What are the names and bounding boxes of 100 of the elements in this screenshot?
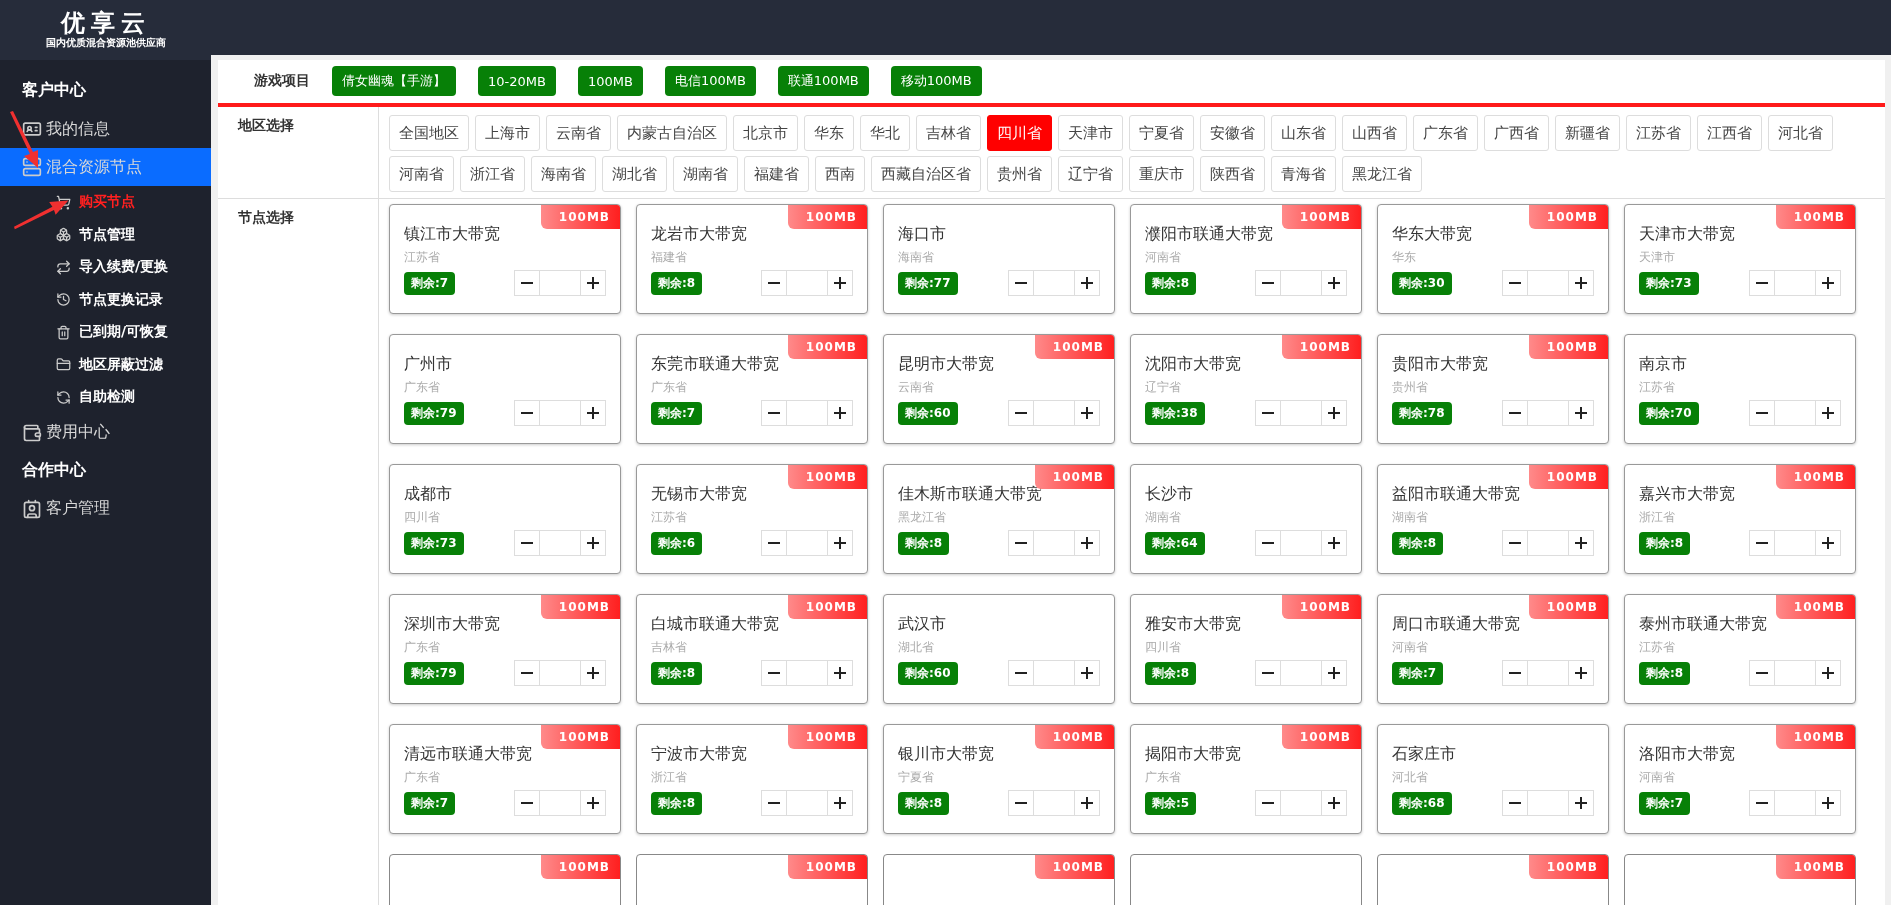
game-tag[interactable]: 倩女幽魂【手游】 bbox=[332, 66, 456, 96]
decrement-button[interactable] bbox=[1255, 790, 1281, 816]
decrement-button[interactable] bbox=[1749, 530, 1775, 556]
increment-button[interactable] bbox=[580, 660, 606, 686]
quantity-input[interactable] bbox=[1281, 400, 1321, 426]
quantity-input[interactable] bbox=[1281, 790, 1321, 816]
game-tag[interactable]: 联通100MB bbox=[777, 66, 869, 96]
region-button[interactable]: 河北省 bbox=[1768, 115, 1833, 151]
quantity-input[interactable] bbox=[540, 270, 580, 296]
quantity-input[interactable] bbox=[1034, 790, 1074, 816]
decrement-button[interactable] bbox=[514, 660, 540, 686]
region-button[interactable]: 广东省 bbox=[1413, 115, 1478, 151]
sidebar-subitem[interactable]: 已到期/可恢复 bbox=[0, 316, 211, 349]
decrement-button[interactable] bbox=[1255, 400, 1281, 426]
region-button[interactable]: 青海省 bbox=[1271, 156, 1336, 192]
decrement-button[interactable] bbox=[1749, 660, 1775, 686]
sidebar-subitem[interactable]: 自助检测 bbox=[0, 381, 211, 414]
increment-button[interactable] bbox=[1568, 400, 1594, 426]
decrement-button[interactable] bbox=[1502, 530, 1528, 556]
increment-button[interactable] bbox=[1321, 530, 1347, 556]
decrement-button[interactable] bbox=[1502, 790, 1528, 816]
quantity-input[interactable] bbox=[1775, 270, 1815, 296]
quantity-input[interactable] bbox=[787, 790, 827, 816]
quantity-input[interactable] bbox=[1528, 400, 1568, 426]
decrement-button[interactable] bbox=[1749, 400, 1775, 426]
quantity-input[interactable] bbox=[1034, 270, 1074, 296]
game-tag[interactable]: 电信100MB bbox=[664, 66, 756, 96]
region-button[interactable]: 湖南省 bbox=[673, 156, 738, 192]
region-button[interactable]: 湖北省 bbox=[602, 156, 667, 192]
region-button[interactable]: 上海市 bbox=[475, 115, 540, 151]
quantity-input[interactable] bbox=[1528, 660, 1568, 686]
increment-button[interactable] bbox=[1321, 270, 1347, 296]
increment-button[interactable] bbox=[1321, 790, 1347, 816]
increment-button[interactable] bbox=[827, 660, 853, 686]
game-tag[interactable]: 100MB bbox=[577, 66, 643, 96]
decrement-button[interactable] bbox=[1255, 270, 1281, 296]
decrement-button[interactable] bbox=[1255, 530, 1281, 556]
region-button[interactable]: 吉林省 bbox=[916, 115, 981, 151]
sidebar-item[interactable]: 费用中心 bbox=[0, 413, 211, 452]
decrement-button[interactable] bbox=[1749, 270, 1775, 296]
sidebar-subitem[interactable]: 地区屏蔽过滤 bbox=[0, 348, 211, 381]
increment-button[interactable] bbox=[1321, 660, 1347, 686]
region-button[interactable]: 黑龙江省 bbox=[1342, 156, 1422, 192]
sidebar-subitem[interactable]: 节点更换记录 bbox=[0, 283, 211, 316]
decrement-button[interactable] bbox=[1008, 270, 1034, 296]
increment-button[interactable] bbox=[580, 270, 606, 296]
region-button[interactable]: 全国地区 bbox=[389, 115, 469, 151]
decrement-button[interactable] bbox=[1008, 530, 1034, 556]
region-button[interactable]: 北京市 bbox=[733, 115, 798, 151]
increment-button[interactable] bbox=[827, 790, 853, 816]
quantity-input[interactable] bbox=[787, 270, 827, 296]
region-button[interactable]: 山西省 bbox=[1342, 115, 1407, 151]
region-button[interactable]: 宁夏省 bbox=[1129, 115, 1194, 151]
region-button[interactable]: 西南 bbox=[815, 156, 865, 192]
quantity-input[interactable] bbox=[787, 660, 827, 686]
quantity-input[interactable] bbox=[1034, 660, 1074, 686]
region-button[interactable]: 浙江省 bbox=[460, 156, 525, 192]
game-tag[interactable]: 移动100MB bbox=[890, 66, 982, 96]
sidebar-item[interactable]: 我的信息 bbox=[0, 110, 211, 148]
region-button[interactable]: 福建省 bbox=[744, 156, 809, 192]
increment-button[interactable] bbox=[1815, 270, 1841, 296]
decrement-button[interactable] bbox=[1749, 790, 1775, 816]
decrement-button[interactable] bbox=[761, 530, 787, 556]
increment-button[interactable] bbox=[1815, 400, 1841, 426]
decrement-button[interactable] bbox=[761, 400, 787, 426]
quantity-input[interactable] bbox=[1281, 660, 1321, 686]
quantity-input[interactable] bbox=[1034, 400, 1074, 426]
region-button[interactable]: 江西省 bbox=[1697, 115, 1762, 151]
region-button[interactable]: 内蒙古自治区 bbox=[617, 115, 727, 151]
region-button[interactable]: 海南省 bbox=[531, 156, 596, 192]
quantity-input[interactable] bbox=[787, 400, 827, 426]
region-button[interactable]: 贵州省 bbox=[987, 156, 1052, 192]
region-button[interactable]: 江苏省 bbox=[1626, 115, 1691, 151]
decrement-button[interactable] bbox=[1502, 660, 1528, 686]
region-button[interactable]: 云南省 bbox=[546, 115, 611, 151]
quantity-input[interactable] bbox=[1528, 270, 1568, 296]
increment-button[interactable] bbox=[827, 400, 853, 426]
increment-button[interactable] bbox=[1568, 530, 1594, 556]
region-button[interactable]: 重庆市 bbox=[1129, 156, 1194, 192]
region-button[interactable]: 河南省 bbox=[389, 156, 454, 192]
increment-button[interactable] bbox=[1074, 790, 1100, 816]
sidebar-subitem[interactable]: 导入续费/更换 bbox=[0, 251, 211, 284]
quantity-input[interactable] bbox=[1775, 790, 1815, 816]
increment-button[interactable] bbox=[1074, 660, 1100, 686]
game-tag[interactable]: 10-20MB bbox=[478, 66, 556, 96]
region-button[interactable]: 华北 bbox=[860, 115, 910, 151]
increment-button[interactable] bbox=[827, 530, 853, 556]
region-button[interactable]: 辽宁省 bbox=[1058, 156, 1123, 192]
decrement-button[interactable] bbox=[761, 660, 787, 686]
sidebar-item[interactable]: 客户管理 bbox=[0, 489, 211, 528]
increment-button[interactable] bbox=[1074, 270, 1100, 296]
region-button[interactable]: 陕西省 bbox=[1200, 156, 1265, 192]
increment-button[interactable] bbox=[1568, 660, 1594, 686]
decrement-button[interactable] bbox=[1502, 270, 1528, 296]
region-button[interactable]: 新疆省 bbox=[1555, 115, 1620, 151]
quantity-input[interactable] bbox=[540, 660, 580, 686]
decrement-button[interactable] bbox=[1255, 660, 1281, 686]
region-button[interactable]: 华东 bbox=[804, 115, 854, 151]
decrement-button[interactable] bbox=[514, 790, 540, 816]
increment-button[interactable] bbox=[1074, 530, 1100, 556]
